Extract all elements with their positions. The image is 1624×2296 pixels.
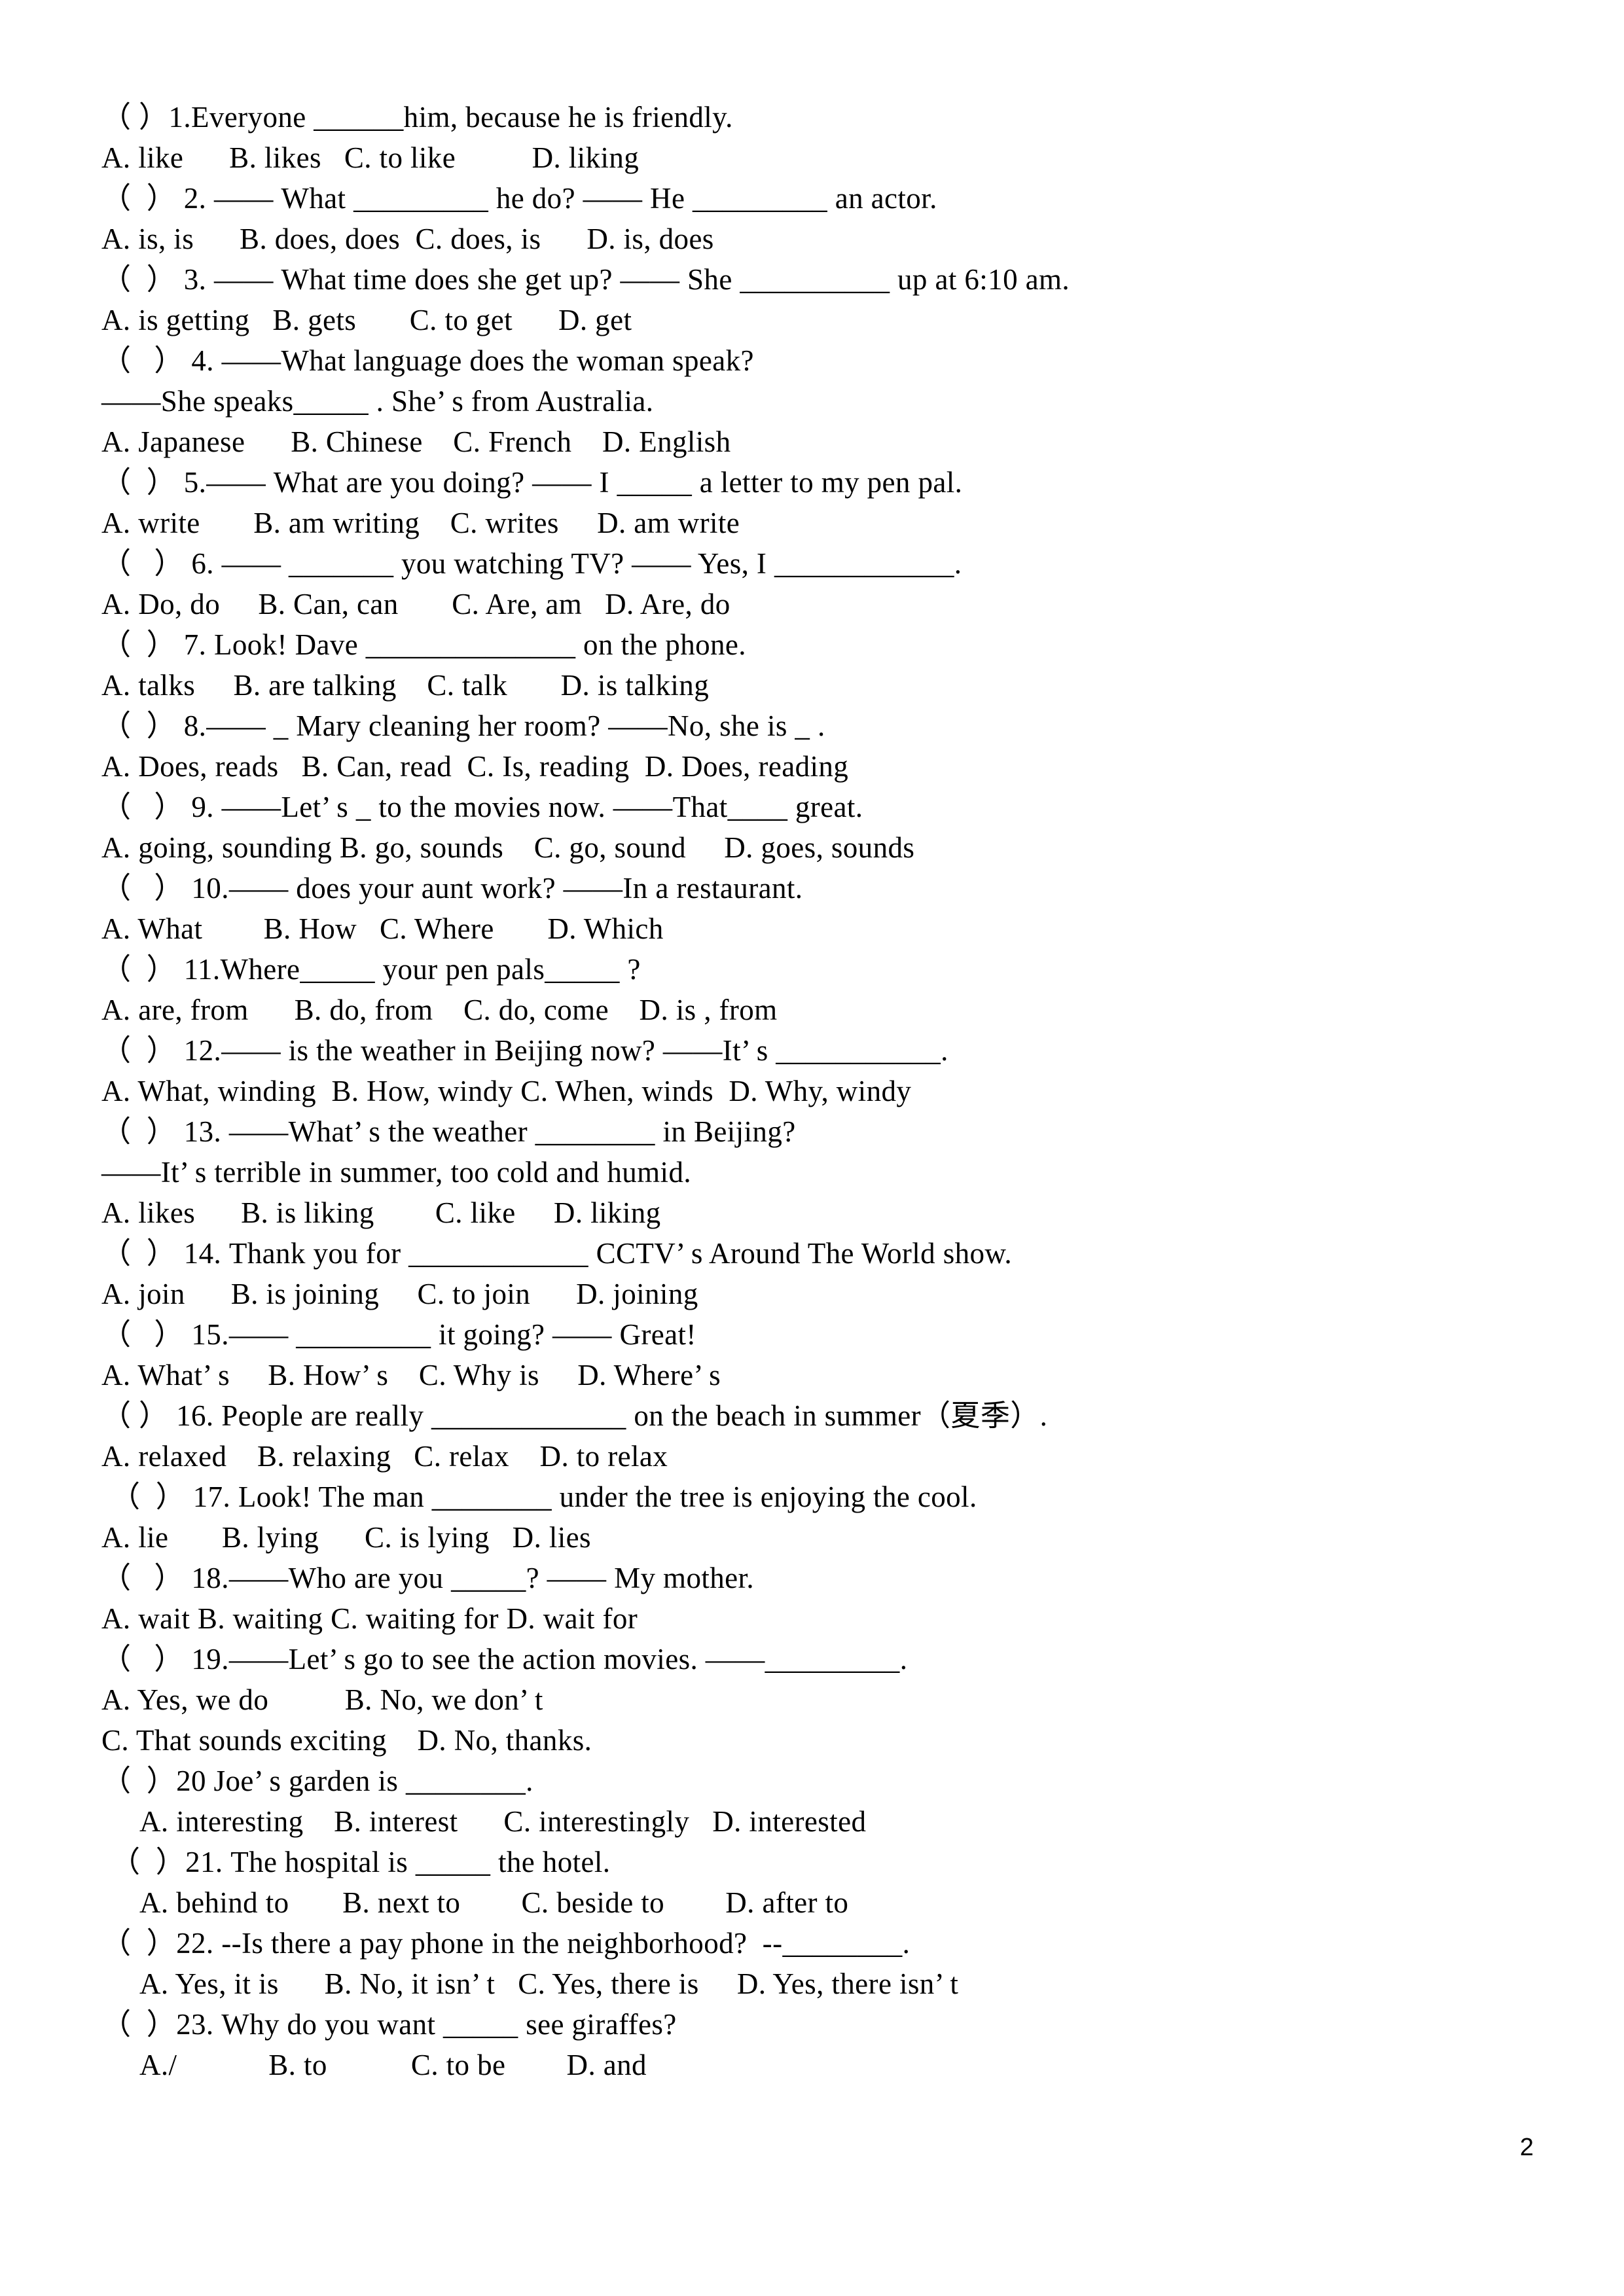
- q2-options: A. is, is B. does, does C. does, is D. i…: [101, 223, 714, 255]
- q16-options: A. relaxed B. relaxing C. relax D. to re…: [101, 1440, 668, 1473]
- q9-stem: （ ） 9. ——Let’ s _ to the movies now. ——T…: [101, 791, 863, 823]
- q4-stem2: ——She speaks_____ . She’ s from Australi…: [101, 385, 654, 418]
- q15-options: A. What’ s B. How’ s C. Why is D. Where’…: [101, 1359, 721, 1391]
- q5-stem: （ ） 5.—— What are you doing? —— I _____ …: [101, 466, 963, 499]
- q22-stem: （ ）22. --Is there a pay phone in the nei…: [101, 1927, 911, 1960]
- q19-optionsA: A. Yes, we do B. No, we don’ t: [101, 1683, 543, 1716]
- q4-options: A. Japanese B. Chinese C. French D. Engl…: [101, 425, 731, 458]
- q5-options: A. write B. am writing C. writes D. am w…: [101, 507, 740, 539]
- q1-options: A. like B. likes C. to like D. liking: [101, 141, 640, 174]
- q4-stem: （ ） 4. ——What language does the woman sp…: [101, 344, 754, 377]
- q6-options: A. Do, do B. Can, can C. Are, am D. Are,…: [101, 588, 731, 620]
- q23-options: A./ B. to C. to be D. and: [139, 2049, 647, 2081]
- q13-stem2: ——It’ s terrible in summer, too cold and…: [101, 1156, 692, 1189]
- q19-optionsC: C. That sounds exciting D. No, thanks.: [101, 1724, 592, 1757]
- q8-stem: （ ） 8.—— _ Mary cleaning her room? ——No,…: [101, 709, 825, 742]
- q13-stem: （ ） 13. ——What’ s the weather ________ i…: [101, 1115, 796, 1148]
- q1-stem: （ ）1.Everyone ______him, because he is f…: [101, 101, 733, 134]
- q23-stem: （ ）23. Why do you want _____ see giraffe…: [101, 2008, 677, 2041]
- q16-stem: （ ） 16. People are really _____________ …: [101, 1399, 1048, 1432]
- q10-options: A. What B. How C. Where D. Which: [101, 912, 664, 945]
- q7-stem: （ ） 7. Look! Dave ______________ on the …: [101, 628, 746, 661]
- q17-options: A. lie B. lying C. is lying D. lies: [101, 1521, 591, 1554]
- q14-stem: （ ） 14. Thank you for ____________ CCTV’…: [101, 1237, 1013, 1270]
- q15-stem: （ ） 15.—— _________ it going? —— Great!: [101, 1318, 696, 1351]
- q11-options: A. are, from B. do, from C. do, come D. …: [101, 994, 778, 1026]
- page-number: 2: [1519, 2134, 1534, 2161]
- q7-options: A. talks B. are talking C. talk D. is ta…: [101, 669, 710, 702]
- q10-stem: （ ） 10.—— does your aunt work? ——In a re…: [101, 872, 803, 905]
- q20-stem: （ ）20 Joe’ s garden is ________.: [101, 1765, 533, 1797]
- q18-stem: （ ） 18.——Who are you _____? —— My mother…: [101, 1562, 755, 1594]
- q17-stem: （ ） 17. Look! The man ________ under the…: [111, 1480, 977, 1513]
- q21-options: A. behind to B. next to C. beside to D. …: [139, 1886, 849, 1919]
- q13-options: A. likes B. is liking C. like D. liking: [101, 1196, 661, 1229]
- q22-options: A. Yes, it is B. No, it isn’ t C. Yes, t…: [139, 1967, 959, 2000]
- q19-stem: （ ） 19.——Let’ s go to see the action mov…: [101, 1643, 908, 1676]
- q3-options: A. is getting B. gets C. to get D. get: [101, 304, 632, 336]
- q20-options: A. interesting B. interest C. interestin…: [139, 1805, 867, 1838]
- q21-stem: （ ）21. The hospital is _____ the hotel.: [111, 1846, 611, 1878]
- q3-stem: （ ） 3. —— What time does she get up? —— …: [101, 263, 1070, 296]
- q12-stem: （ ） 12.—— is the weather in Beijing now?…: [101, 1034, 948, 1067]
- q6-stem: （ ） 6. —— _______ you watching TV? —— Ye…: [101, 547, 962, 580]
- question-list: （ ）1.Everyone ______him, because he is f…: [101, 97, 1528, 2085]
- q11-stem: （ ） 11.Where_____ your pen pals_____ ?: [101, 953, 641, 986]
- q9-options: A. going, sounding B. go, sounds C. go, …: [101, 831, 915, 864]
- q8-options: A. Does, reads B. Can, read C. Is, readi…: [101, 750, 849, 783]
- worksheet-page: （ ）1.Everyone ______him, because he is f…: [0, 0, 1624, 2296]
- q12-options: A. What, winding B. How, windy C. When, …: [101, 1075, 912, 1107]
- q2-stem: （ ） 2. —— What _________ he do? —— He __…: [101, 182, 937, 215]
- q18-options: A. wait B. waiting C. waiting for D. wai…: [101, 1602, 638, 1635]
- q14-options: A. join B. is joining C. to join D. join…: [101, 1278, 698, 1310]
